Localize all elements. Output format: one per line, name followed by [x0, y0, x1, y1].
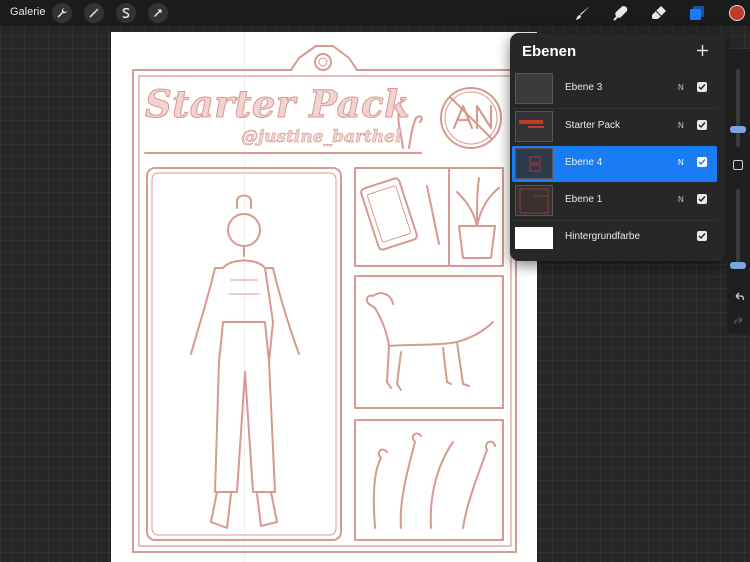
- layers-icon[interactable]: [687, 3, 707, 23]
- layer-name: Hintergrundfarbe: [565, 231, 641, 242]
- blend-mode-button[interactable]: N: [678, 158, 684, 167]
- layer-name: Starter Pack: [565, 120, 621, 131]
- drawing-canvas[interactable]: Starter Pack @justine_barthel: [111, 32, 537, 562]
- layer-row-ebene-3[interactable]: Ebene 3 N: [512, 71, 717, 107]
- plus-icon[interactable]: [691, 39, 713, 61]
- brush-size-slider[interactable]: [736, 69, 740, 147]
- redo-icon[interactable]: [732, 314, 745, 327]
- layers-panel: Ebenen Ebene 3 N Starter Pack N Ebene 4 …: [510, 33, 725, 261]
- opacity-slider[interactable]: [736, 189, 740, 267]
- layer-name: Ebene 4: [565, 157, 603, 168]
- blend-mode-button[interactable]: N: [678, 83, 684, 92]
- layers-panel-title: Ebenen: [522, 43, 577, 60]
- blend-mode-button[interactable]: N: [678, 121, 684, 130]
- layer-row-ebene-1[interactable]: Ebene 1 N: [512, 183, 717, 219]
- layer-thumbnail: [515, 185, 553, 216]
- visibility-checkbox[interactable]: [697, 194, 707, 204]
- visibility-checkbox[interactable]: [697, 120, 707, 130]
- layer-name: Ebene 3: [565, 82, 603, 93]
- visibility-checkbox[interactable]: [697, 157, 707, 167]
- layer-thumbnail: [515, 227, 553, 249]
- wrench-icon[interactable]: [52, 3, 72, 23]
- layer-name: Ebene 1: [565, 194, 603, 205]
- artwork-handle: @justine_barthel: [241, 127, 402, 148]
- magic-wand-icon[interactable]: [84, 3, 104, 23]
- transform-arrow-icon[interactable]: [148, 3, 168, 23]
- color-picker-swatch[interactable]: [729, 5, 745, 21]
- eraser-icon[interactable]: [649, 3, 669, 23]
- visibility-checkbox[interactable]: [697, 231, 707, 241]
- selection-s-icon[interactable]: [116, 3, 136, 23]
- layer-thumbnail: [515, 148, 553, 179]
- modify-square-icon[interactable]: [733, 160, 743, 170]
- side-toolbar: [727, 49, 750, 334]
- layer-thumbnail: [515, 73, 553, 104]
- blend-mode-button[interactable]: N: [678, 195, 684, 204]
- layer-thumbnail: [515, 111, 553, 142]
- layer-row-background[interactable]: Hintergrundfarbe: [512, 220, 717, 256]
- gallery-button[interactable]: Galerie: [10, 6, 45, 18]
- brush-icon[interactable]: [573, 3, 593, 23]
- top-toolbar: Galerie: [0, 0, 750, 26]
- layer-row-ebene-4[interactable]: Ebene 4 N: [512, 146, 717, 182]
- brush-size-handle[interactable]: [730, 126, 746, 133]
- smudge-icon[interactable]: [611, 3, 631, 23]
- artwork-title: Starter Pack: [144, 82, 411, 127]
- visibility-checkbox[interactable]: [697, 82, 707, 92]
- undo-icon[interactable]: [732, 290, 745, 303]
- opacity-handle[interactable]: [730, 262, 746, 269]
- layer-row-starter-pack[interactable]: Starter Pack N: [512, 109, 717, 145]
